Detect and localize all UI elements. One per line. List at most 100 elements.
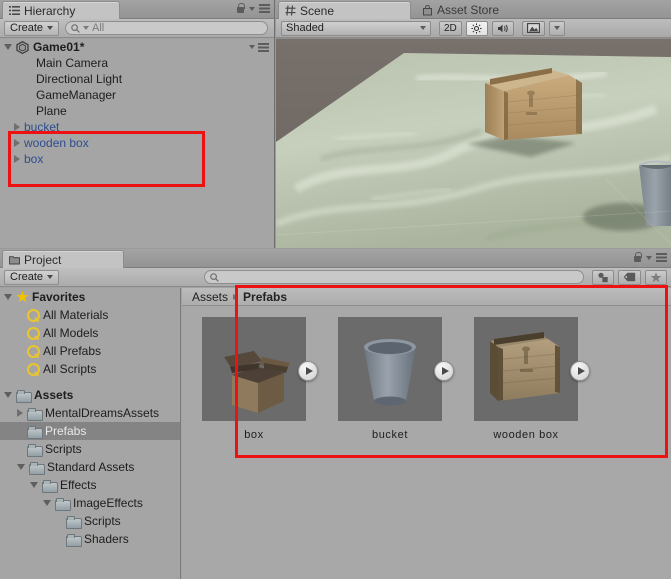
project-tree-item-favorites[interactable]: Favorites <box>0 288 180 306</box>
asset-item[interactable]: box <box>202 317 318 441</box>
folder-icon <box>29 461 45 475</box>
asset-thumbnail[interactable] <box>474 317 578 421</box>
scene-viewport[interactable] <box>276 39 671 248</box>
chevron-down-icon[interactable] <box>249 6 255 11</box>
tab-project-label: Project <box>24 252 62 267</box>
chevron-down-icon[interactable] <box>4 294 12 300</box>
project-filter-by-type-button[interactable] <box>592 269 614 285</box>
prefab-open-badge-icon[interactable] <box>570 361 590 381</box>
project-tree-item-effects[interactable]: Effects <box>0 476 180 494</box>
chevron-down-icon <box>249 45 255 49</box>
scene-draw-mode-dropdown[interactable]: Shaded <box>281 20 431 36</box>
hierarchy-scene-row[interactable]: Game01* <box>0 39 274 55</box>
hamburger-menu-icon[interactable] <box>656 253 667 262</box>
object-filter-icon <box>598 272 608 282</box>
project-tree-item-all-prefabs[interactable]: All Prefabs <box>0 342 180 360</box>
project-tree-item-imageeffects[interactable]: ImageEffects <box>0 494 180 512</box>
project-tree-item-label: Standard Assets <box>47 460 135 474</box>
search-filter-chevron-icon[interactable] <box>83 26 90 30</box>
scene-lighting-toggle[interactable] <box>465 20 488 36</box>
project-tree-item-label: MentalDreamsAssets <box>45 406 160 420</box>
project-tree-item-assets[interactable]: Assets <box>0 386 180 404</box>
prefab-open-badge-icon[interactable] <box>434 361 454 381</box>
tab-hierarchy-label: Hierarchy <box>24 3 76 18</box>
hamburger-menu-icon[interactable] <box>259 4 270 13</box>
asset-name-label: box <box>244 429 264 441</box>
magnifier-icon <box>27 308 40 322</box>
project-tree-item-label: Favorites <box>32 290 86 304</box>
scene-gizmos-dropdown[interactable] <box>548 20 565 36</box>
folder-icon <box>9 256 20 265</box>
lock-icon[interactable] <box>236 3 245 14</box>
scene-gizmos-toggle[interactable] <box>521 20 545 36</box>
project-tree-item-mentaldreamsassets[interactable]: MentalDreamsAssets <box>0 404 180 422</box>
hierarchy-item-main-camera[interactable]: Main Camera <box>0 55 274 71</box>
project-tree-item-all-materials[interactable]: All Materials <box>0 306 180 324</box>
project-search-input[interactable] <box>204 270 584 284</box>
asset-thumbnail[interactable] <box>202 317 306 421</box>
hierarchy-item-wooden-box[interactable]: wooden box <box>0 135 274 151</box>
chevron-down-icon[interactable] <box>17 464 25 470</box>
lock-icon[interactable] <box>633 252 642 263</box>
folder-icon <box>55 497 71 511</box>
hierarchy-item-directional-light[interactable]: Directional Light <box>0 71 274 87</box>
asset-item[interactable]: wooden box <box>474 317 590 441</box>
chevron-down-icon[interactable] <box>646 255 652 260</box>
hierarchy-item-label: Main Camera <box>36 56 109 70</box>
chevron-right-icon[interactable] <box>14 123 20 131</box>
chevron-down-icon <box>47 275 54 279</box>
hierarchy-item-label: bucket <box>24 120 60 134</box>
asset-grid: box bucket wooden box <box>182 307 671 579</box>
hierarchy-tree: Game01* Main Camera Directional Light Game… <box>0 39 274 248</box>
project-tree-item-prefabs[interactable]: Prefabs <box>0 422 180 440</box>
scene-tabbar: Scene Asset Store <box>276 0 671 19</box>
chevron-right-icon <box>233 293 239 300</box>
project-filter-favorites-button[interactable] <box>645 269 667 285</box>
tab-asset-store[interactable]: Asset Store <box>416 1 509 19</box>
chevron-right-icon[interactable] <box>14 139 20 147</box>
project-create-button[interactable]: Create <box>4 269 60 285</box>
project-tree-item-shaders[interactable]: Shaders <box>0 530 180 548</box>
breadcrumb: Assets Prefabs <box>182 288 671 306</box>
folder-icon <box>66 515 82 529</box>
tab-hierarchy[interactable]: Hierarchy <box>2 1 120 19</box>
hierarchy-item-label: Plane <box>36 104 67 118</box>
hierarchy-items: Main Camera Directional Light GameManager P… <box>0 55 274 167</box>
hierarchy-search-input[interactable]: All <box>65 21 268 35</box>
project-tree-item-all-models[interactable]: All Models <box>0 324 180 342</box>
hierarchy-item-plane[interactable]: Plane <box>0 103 274 119</box>
chevron-down-icon[interactable] <box>30 482 38 488</box>
asset-item[interactable]: bucket <box>338 317 454 441</box>
chevron-down-icon[interactable] <box>4 392 12 398</box>
prefab-open-badge-icon[interactable] <box>298 361 318 381</box>
project-filter-by-label-button[interactable] <box>618 269 641 285</box>
tab-project[interactable]: Project <box>2 250 124 268</box>
hierarchy-icon <box>9 6 20 15</box>
chevron-down-icon[interactable] <box>43 500 51 506</box>
magnifier-icon <box>27 326 40 340</box>
hierarchy-scene-menu[interactable] <box>249 42 269 52</box>
project-tree-item-label: Assets <box>34 388 74 402</box>
scene-2d-toggle[interactable]: 2D <box>439 20 462 36</box>
project-tree-item-scripts[interactable]: Scripts <box>0 440 180 458</box>
scene-audio-toggle[interactable] <box>491 20 514 36</box>
project-tree-item-standard-assets[interactable]: Standard Assets <box>0 458 180 476</box>
hierarchy-item-gamemanager[interactable]: GameManager <box>0 87 274 103</box>
scene-toolbar: Shaded 2D <box>276 19 671 38</box>
hierarchy-item-box[interactable]: box <box>0 151 274 167</box>
asset-thumbnail[interactable] <box>338 317 442 421</box>
folder-icon <box>27 407 43 421</box>
hierarchy-create-button[interactable]: Create <box>4 20 60 36</box>
chevron-right-icon[interactable] <box>14 155 20 163</box>
scene-draw-mode-value: Shaded <box>286 22 324 34</box>
tab-scene[interactable]: Scene <box>278 1 411 19</box>
hierarchy-item-bucket[interactable]: bucket <box>0 119 274 135</box>
project-toolbar: Create <box>0 268 671 287</box>
breadcrumb-root[interactable]: Assets <box>192 290 228 304</box>
unity-logo-icon <box>16 40 29 54</box>
project-tree-item-all-scripts[interactable]: All Scripts <box>0 360 180 378</box>
chevron-down-icon[interactable] <box>4 44 12 50</box>
tab-asset-store-label: Asset Store <box>437 3 500 17</box>
project-tree-item-scripts[interactable]: Scripts <box>0 512 180 530</box>
chevron-right-icon[interactable] <box>17 409 23 417</box>
